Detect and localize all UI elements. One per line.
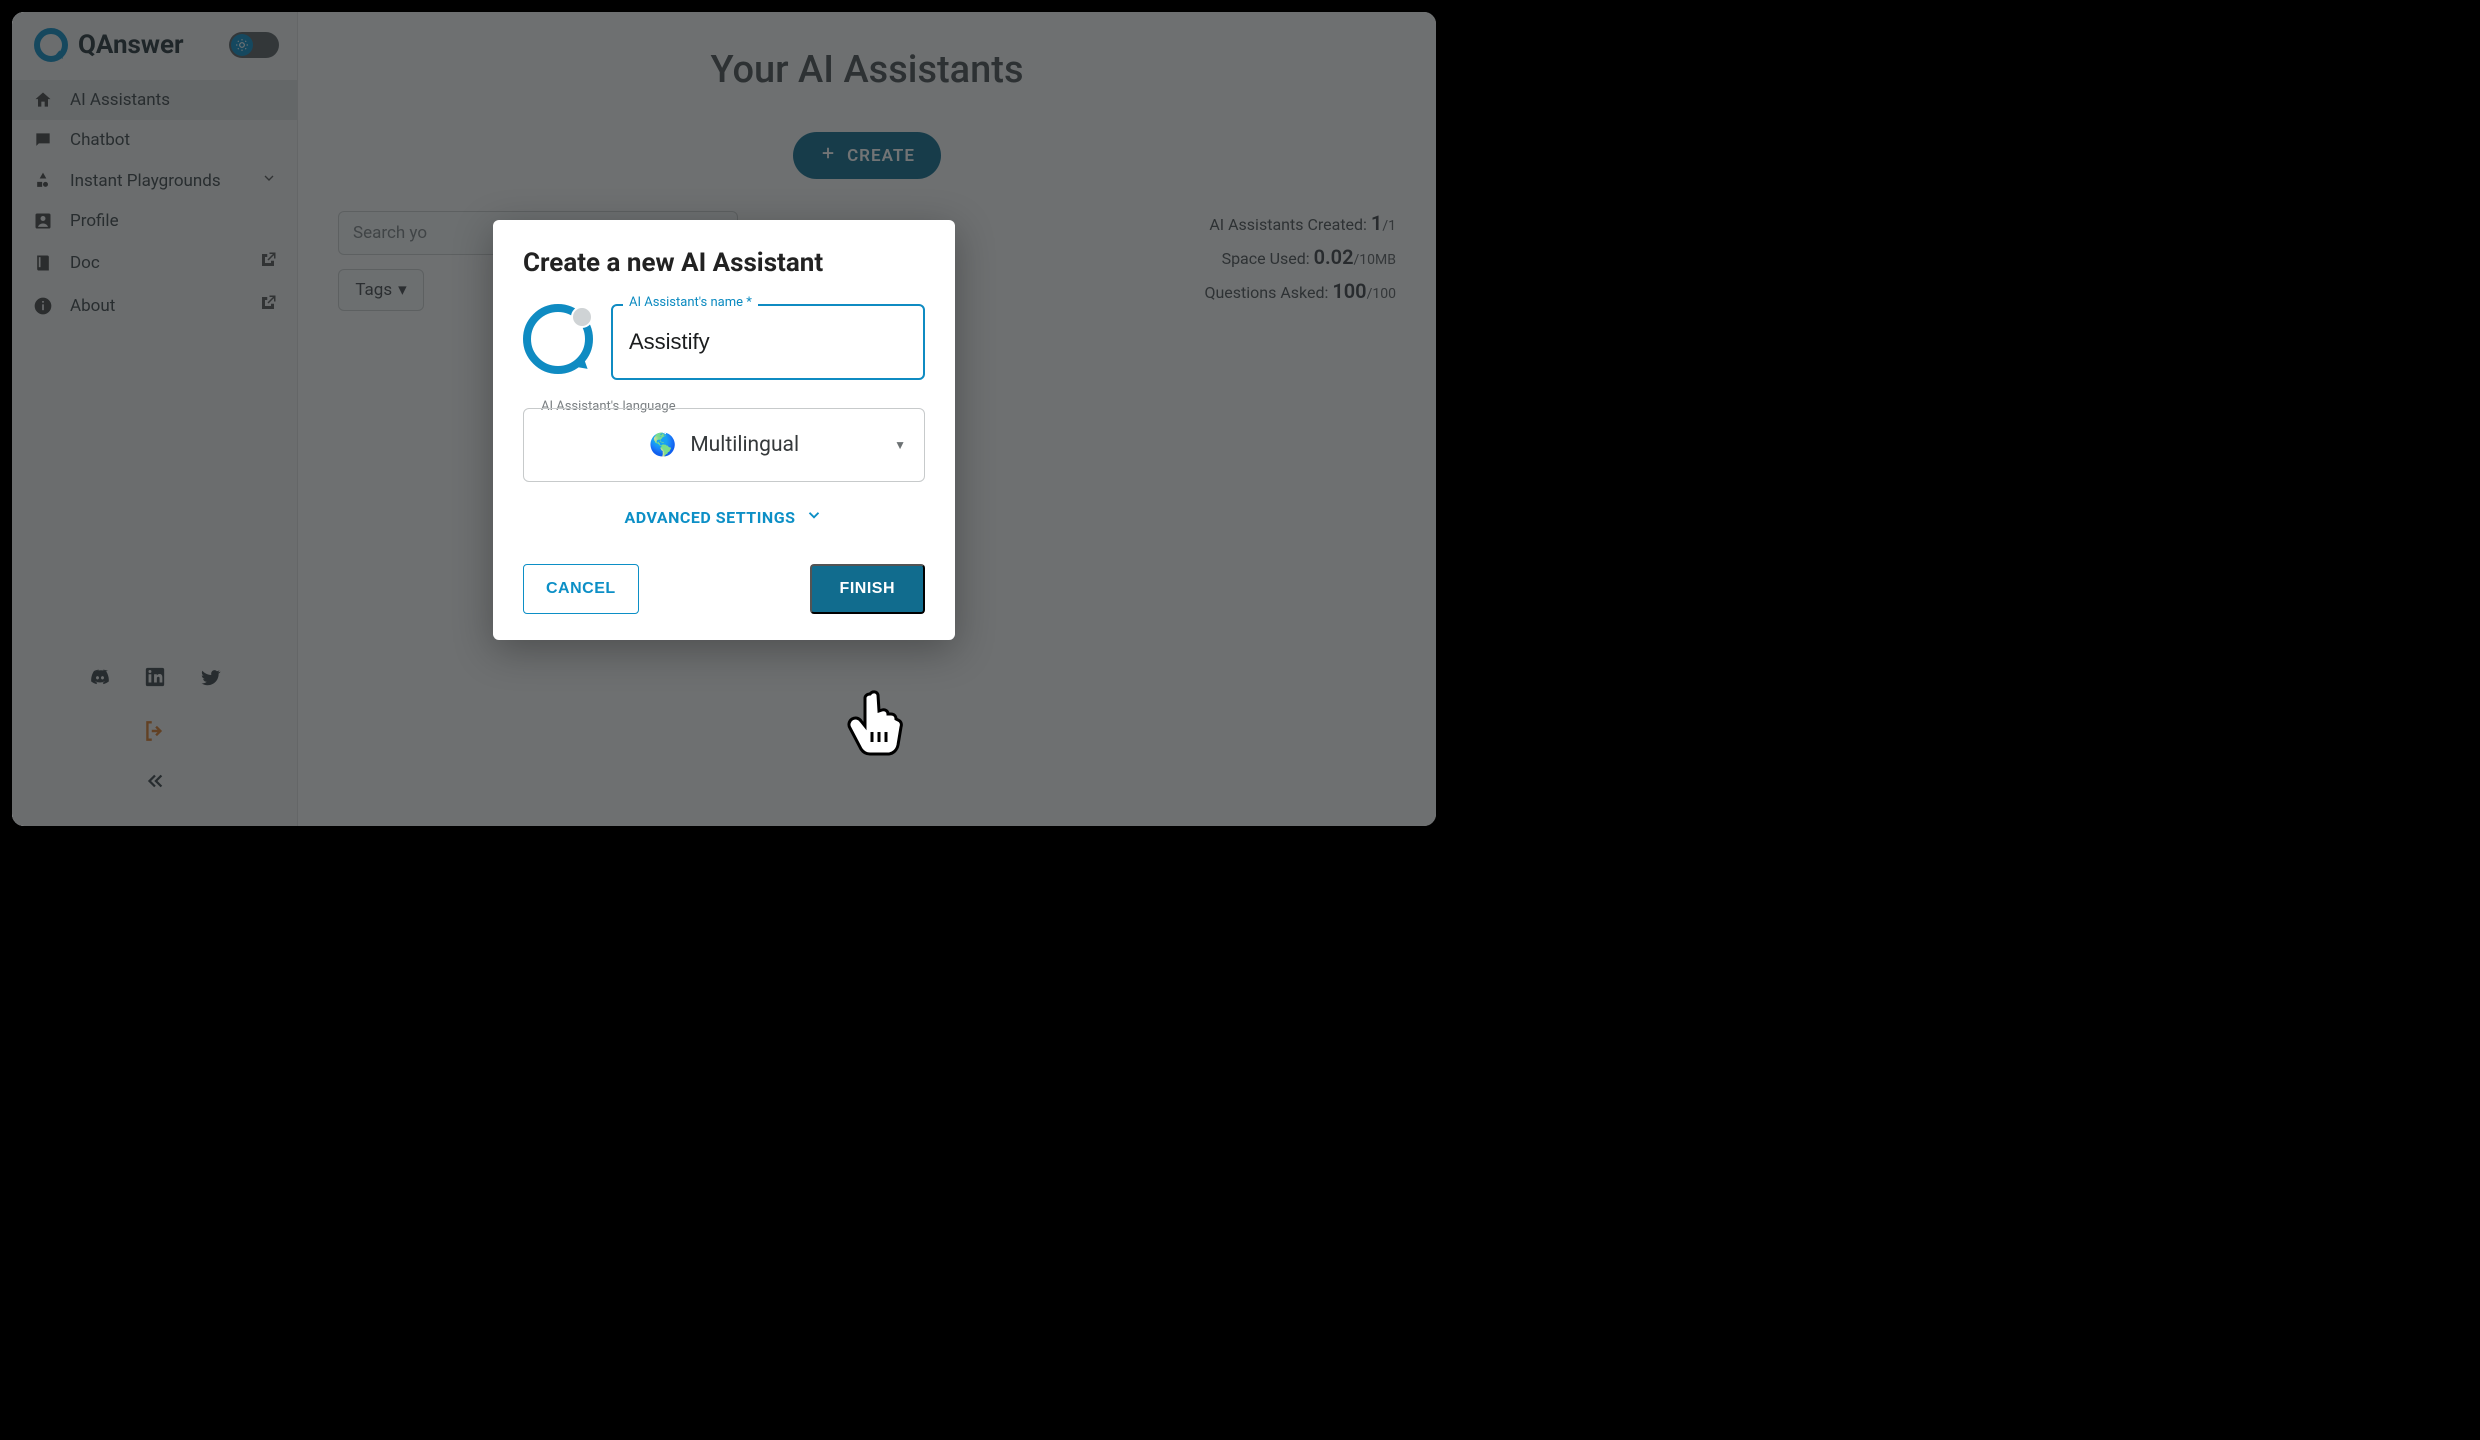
modal-title: Create a new AI Assistant: [523, 248, 925, 278]
cancel-button[interactable]: CANCEL: [523, 564, 639, 614]
language-field-wrap: AI Assistant's language 🌎 Multilingual ▼: [523, 408, 925, 482]
edit-avatar-icon[interactable]: [571, 306, 593, 328]
modal-actions: CANCEL FINISH: [523, 564, 925, 614]
name-row: AI Assistant's name *: [523, 304, 925, 380]
name-field-label: AI Assistant's name *: [623, 295, 758, 310]
chevron-down-icon: [805, 506, 823, 528]
app-window: QAnswer AI Assistants Chatbot Instant Pl…: [0, 0, 1448, 838]
language-value: Multilingual: [690, 433, 799, 457]
name-label-text: AI Assistant's name: [629, 295, 743, 310]
assistant-avatar[interactable]: [523, 304, 593, 374]
language-select[interactable]: 🌎 Multilingual ▼: [523, 408, 925, 482]
required-mark: *: [746, 295, 752, 310]
finish-button[interactable]: FINISH: [810, 564, 925, 614]
name-field-wrap: AI Assistant's name *: [611, 304, 925, 380]
caret-down-icon: ▼: [894, 438, 906, 452]
cursor-hand-icon: [842, 684, 912, 768]
modal-overlay[interactable]: Create a new AI Assistant AI Assistant's…: [12, 12, 1436, 826]
assistant-name-input[interactable]: [611, 304, 925, 380]
advanced-settings-toggle[interactable]: ADVANCED SETTINGS: [523, 506, 925, 528]
globe-icon: 🌎: [649, 433, 676, 458]
advanced-settings-label: ADVANCED SETTINGS: [625, 508, 796, 527]
create-assistant-modal: Create a new AI Assistant AI Assistant's…: [493, 220, 955, 640]
